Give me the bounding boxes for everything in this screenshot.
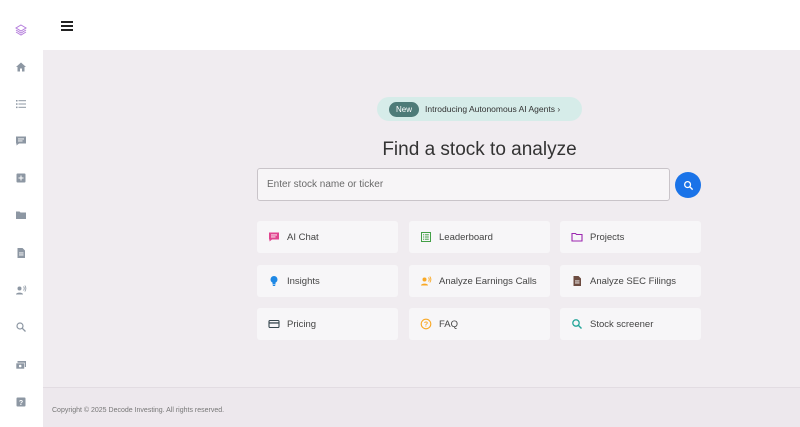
folder-icon <box>571 231 583 243</box>
chat-icon[interactable] <box>14 134 28 148</box>
document-icon <box>571 275 583 287</box>
card-analyze-sec-filings[interactable]: Analyze SEC Filings <box>560 265 701 297</box>
svg-text:?: ? <box>19 400 23 407</box>
money-icon[interactable] <box>14 358 28 372</box>
card-label: Projects <box>590 231 625 243</box>
card-label: AI Chat <box>287 231 319 243</box>
stock-search-input[interactable] <box>257 168 670 201</box>
leaderboard-icon <box>420 231 432 243</box>
card-leaderboard[interactable]: Leaderboard <box>409 221 550 253</box>
layers-icon[interactable] <box>14 23 28 37</box>
card-label: Insights <box>287 275 320 287</box>
card-label: Leaderboard <box>439 231 493 243</box>
home-icon[interactable] <box>14 60 28 74</box>
announcement-text: Introducing Autonomous AI Agents › <box>425 104 561 114</box>
lightbulb-icon <box>268 275 280 287</box>
voice-user-icon[interactable] <box>14 283 28 297</box>
help-circle-icon: ? <box>420 318 432 330</box>
card-faq[interactable]: ? FAQ <box>409 308 550 340</box>
help-icon[interactable]: ? <box>14 395 28 409</box>
copyright-text: Copyright © 2025 Decode Investing. All r… <box>52 407 225 414</box>
card-label: Pricing <box>287 318 317 330</box>
hamburger-icon[interactable] <box>61 21 73 31</box>
card-label: FAQ <box>439 318 459 330</box>
search-icon[interactable] <box>14 320 28 334</box>
add-box-icon[interactable] <box>14 171 28 185</box>
chat-icon <box>268 231 280 243</box>
document-icon[interactable] <box>14 246 28 260</box>
list-icon[interactable] <box>14 97 28 111</box>
search-icon <box>571 318 583 330</box>
main-content: New Introducing Autonomous AI Agents › F… <box>43 50 800 387</box>
card-pricing[interactable]: Pricing <box>257 308 398 340</box>
card-label: Analyze SEC Filings <box>590 275 677 287</box>
footer: Copyright © 2025 Decode Investing. All r… <box>43 387 800 427</box>
card-ai-chat[interactable]: AI Chat <box>257 221 398 253</box>
card-label: Stock screener <box>590 318 654 330</box>
card-insights[interactable]: Insights <box>257 265 398 297</box>
sidebar: ? <box>0 0 43 427</box>
search-button[interactable] <box>675 172 701 198</box>
folder-icon[interactable] <box>14 208 28 222</box>
card-projects[interactable]: Projects <box>560 221 701 253</box>
page-title: Find a stock to analyze <box>382 139 577 160</box>
svg-text:?: ? <box>424 321 428 328</box>
announcement-banner[interactable]: New Introducing Autonomous AI Agents › <box>377 97 582 121</box>
new-badge: New <box>389 101 420 117</box>
credit-card-icon <box>268 318 280 330</box>
card-stock-screener[interactable]: Stock screener <box>560 308 701 340</box>
card-label: Analyze Earnings Calls <box>439 275 537 287</box>
top-bar <box>43 0 800 50</box>
card-analyze-earnings-calls[interactable]: Analyze Earnings Calls <box>409 265 550 297</box>
voice-user-icon <box>420 275 432 287</box>
search-icon <box>683 180 693 190</box>
